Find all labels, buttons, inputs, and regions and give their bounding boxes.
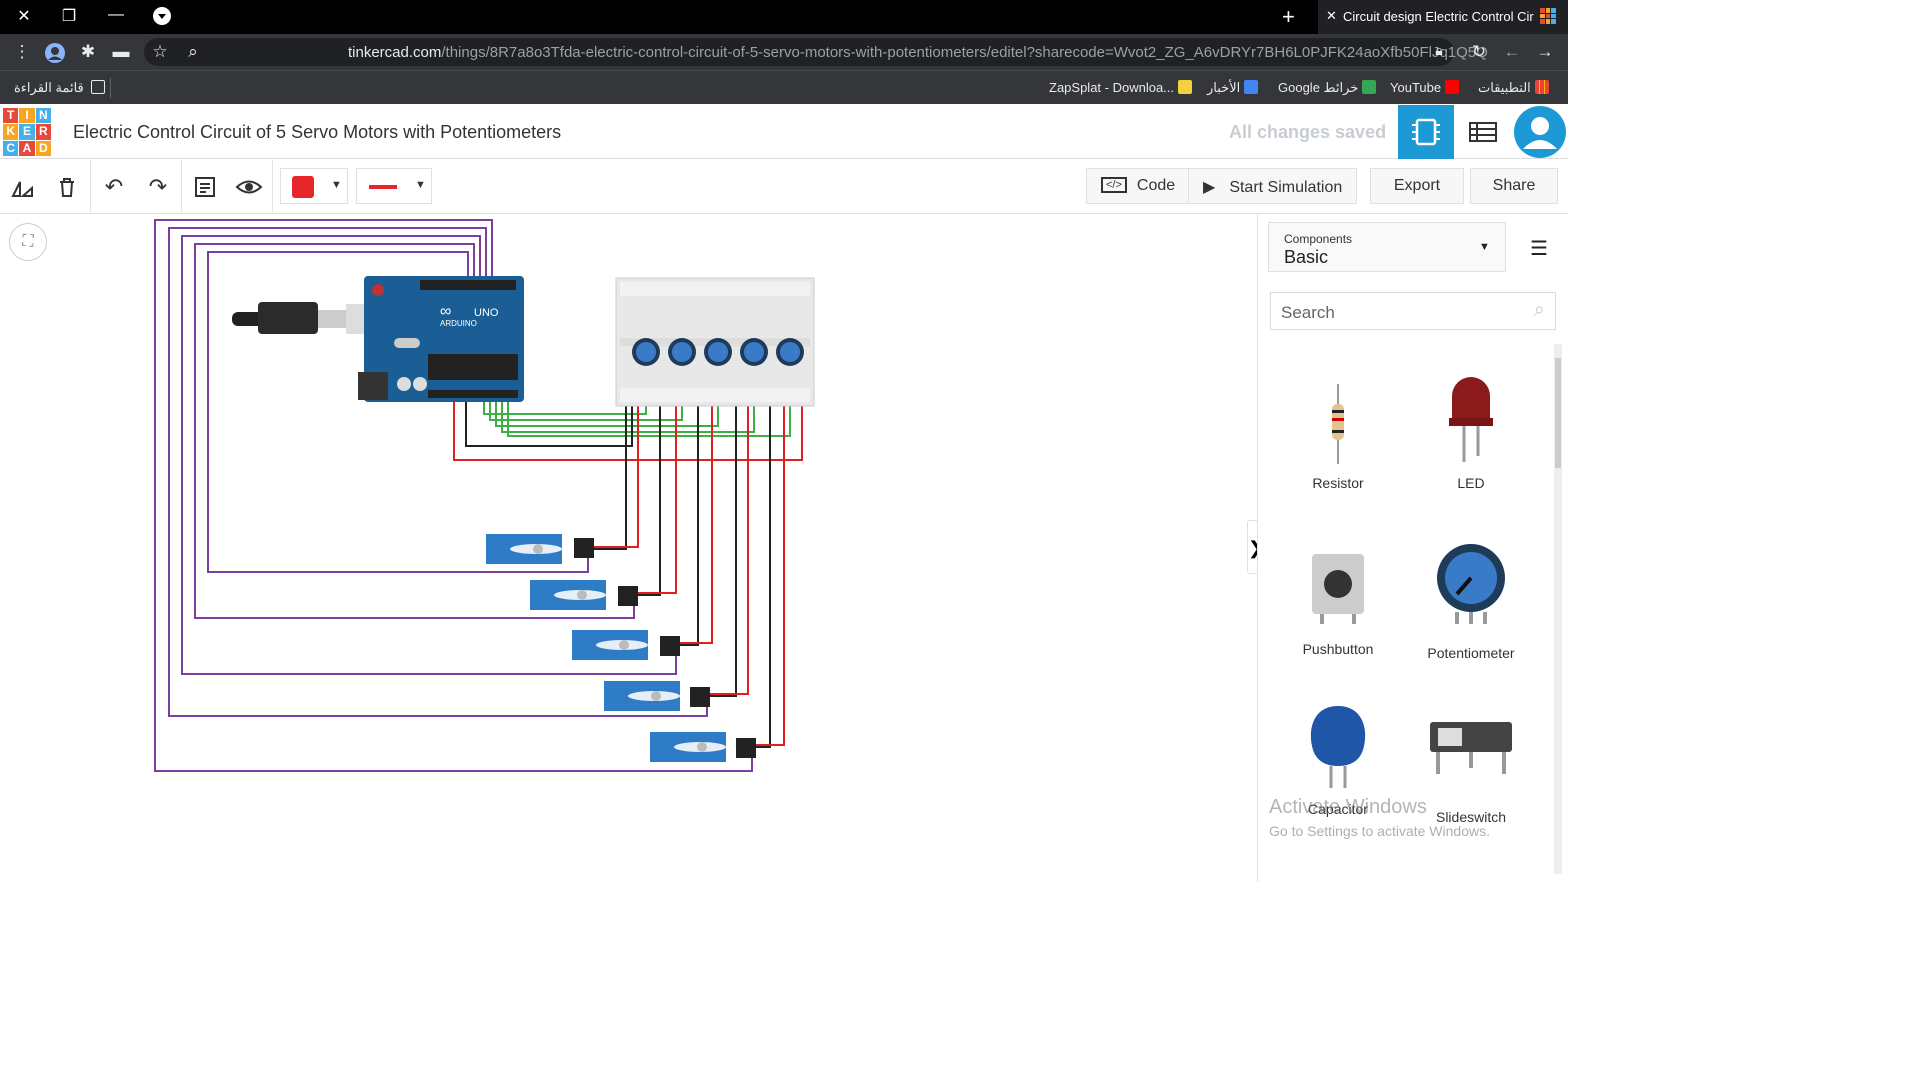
pushbutton-icon: [1312, 554, 1364, 624]
design-title[interactable]: Electric Control Circuit of 5 Servo Moto…: [73, 122, 561, 143]
potentiometer-icon: [1437, 544, 1505, 624]
extensions-icon[interactable]: ✱: [77, 42, 99, 62]
servo-motors: [486, 534, 756, 762]
notes-icon[interactable]: [191, 174, 219, 206]
circuit-drawing: ARDUINO UNO ∞: [154, 219, 815, 772]
red-color-swatch: [292, 176, 314, 198]
minimize-window-icon[interactable]: —: [104, 6, 128, 28]
bookmarks-bar: قائمة القراءة ZapSplat - Downloa... الأخ…: [0, 70, 1568, 104]
play-icon: ▶: [1203, 179, 1216, 196]
zapsplat-icon: [1178, 80, 1193, 94]
bookmark-apps[interactable]: التطبيقات: [1478, 80, 1549, 96]
omnibox[interactable]: ☆ ⌕ tinkercad.com/things/8R7a8o3Tfda-ele…: [144, 38, 1488, 66]
components-value: Basic: [1284, 247, 1329, 267]
code-button[interactable]: </> Code: [1086, 168, 1191, 204]
arduino-uno-board: ARDUINO UNO ∞: [358, 276, 524, 402]
component-led[interactable]: LED: [1411, 376, 1531, 491]
url-text[interactable]: tinkercad.com/things/8R7a8o3Tfda-electri…: [348, 44, 1488, 61]
chevron-down-icon: ▼: [415, 179, 426, 191]
search-icon: ⌕: [1533, 299, 1545, 321]
youtube-icon: [1445, 80, 1460, 94]
table-view-icon: [1469, 122, 1497, 142]
svg-text:ARDUINO: ARDUINO: [440, 319, 477, 328]
svg-text:UNO: UNO: [474, 307, 499, 319]
tab-close-icon[interactable]: ✕: [1326, 8, 1337, 24]
reading-list[interactable]: قائمة القراءة: [14, 80, 106, 96]
circuit-view-icon: [1412, 118, 1440, 146]
bookmark-zapsplat[interactable]: ZapSplat - Downloa...: [1049, 80, 1193, 95]
news-icon: [1244, 80, 1259, 94]
bookmark-maps[interactable]: Google خرائط: [1278, 80, 1377, 96]
led-icon: [1449, 377, 1493, 462]
power-wire: [453, 400, 803, 461]
panel-scrollbar[interactable]: [1554, 344, 1562, 874]
rotate-icon[interactable]: [9, 174, 37, 206]
windows-activation-watermark: Activate Windows: [1269, 796, 1427, 818]
components-panel: Components Basic ▼ ☰ Search ⌕ Resistor L…: [1257, 214, 1568, 882]
components-label: Components: [1284, 232, 1353, 246]
component-slideswitch[interactable]: Slideswitch: [1411, 714, 1531, 825]
tab-search-icon[interactable]: [150, 5, 174, 27]
bookmark-news[interactable]: الأخبار: [1207, 80, 1259, 96]
bookmark-youtube[interactable]: YouTube: [1390, 80, 1460, 95]
wire-type-picker[interactable]: ▼: [356, 168, 432, 204]
apps-grid-icon: [1534, 80, 1549, 94]
chevron-down-icon: ▼: [1479, 241, 1490, 253]
resistor-icon: [1332, 384, 1344, 464]
svg-text:∞: ∞: [440, 303, 451, 320]
lock-icon[interactable]: 🔒︎: [1428, 42, 1450, 59]
user-icon: [1514, 106, 1566, 158]
circuit-canvas[interactable]: ⛶ ARDUINO UNO ∞: [0, 214, 1257, 882]
slideswitch-icon: [1430, 722, 1512, 774]
maps-icon: [1362, 80, 1377, 94]
export-button[interactable]: Export: [1370, 168, 1464, 204]
menu-icon[interactable]: ⋮: [11, 42, 33, 62]
share-button[interactable]: Share: [1470, 168, 1558, 204]
components-dropdown[interactable]: Components Basic ▼: [1268, 222, 1506, 272]
reading-list-icon: [91, 80, 106, 94]
editor-toolbar: ↶ ↷ ▼ ▼ </> Code ▶ Start Simulation Export…: [0, 160, 1568, 214]
component-list-button[interactable]: [1455, 105, 1511, 159]
component-resistor[interactable]: Resistor: [1278, 384, 1398, 491]
chevron-down-icon: ▼: [331, 179, 342, 191]
browser-title-bar: ✕ ❐ — + ✕ Circuit design Electric Contro…: [0, 0, 1568, 34]
delete-icon[interactable]: [53, 174, 81, 206]
windows-activation-hint: Go to Settings to activate Windows.: [1269, 823, 1490, 839]
tab-title: Circuit design Electric Control Cir: [1343, 9, 1534, 24]
reload-icon[interactable]: ↻: [1468, 42, 1490, 62]
close-window-icon[interactable]: ✕: [12, 6, 36, 28]
bookmark-star-icon[interactable]: ☆: [149, 42, 171, 62]
wire-style-icon: [369, 185, 397, 189]
new-tab-button[interactable]: +: [1282, 4, 1295, 30]
component-pushbutton[interactable]: Pushbutton: [1278, 546, 1398, 657]
save-status: All changes saved: [1229, 122, 1387, 142]
search-placeholder: Search: [1281, 303, 1335, 322]
zoom-icon[interactable]: ⌕: [182, 42, 204, 62]
undo-icon[interactable]: ↶: [100, 174, 128, 200]
capacitor-icon: [1310, 706, 1366, 788]
user-avatar[interactable]: [1512, 105, 1568, 159]
tinkercad-logo[interactable]: T I N K E R C A D: [3, 108, 51, 156]
wire-color-picker[interactable]: ▼: [280, 168, 348, 204]
tinkercad-favicon-icon: [1540, 8, 1556, 24]
code-icon: </>: [1101, 177, 1127, 193]
extension-icon[interactable]: ▬: [110, 42, 132, 62]
visibility-eye-icon[interactable]: [235, 174, 263, 206]
address-bar-row: ⋮ ✱ ▬ ☆ ⌕ tinkercad.com/things/8R7a8o3Tf…: [0, 34, 1568, 70]
start-simulation-button[interactable]: ▶ Start Simulation: [1188, 168, 1358, 204]
back-arrow-icon[interactable]: ←: [1501, 42, 1523, 62]
circuit-view-button[interactable]: [1398, 105, 1454, 159]
search-input[interactable]: Search ⌕: [1270, 292, 1556, 330]
bookmarks-divider: [110, 78, 111, 98]
redo-icon[interactable]: ↷: [144, 174, 172, 200]
component-potentiometer[interactable]: Potentiometer: [1411, 542, 1531, 661]
restore-window-icon[interactable]: ❐: [57, 6, 81, 28]
app-header: T I N K E R C A D Electric Control Circu…: [0, 105, 1568, 159]
forward-arrow-icon[interactable]: →: [1534, 42, 1556, 62]
browser-tab[interactable]: ✕ Circuit design Electric Control Cir: [1318, 0, 1568, 34]
profile-avatar[interactable]: [44, 42, 66, 69]
list-view-icon[interactable]: ☰: [1530, 236, 1548, 261]
